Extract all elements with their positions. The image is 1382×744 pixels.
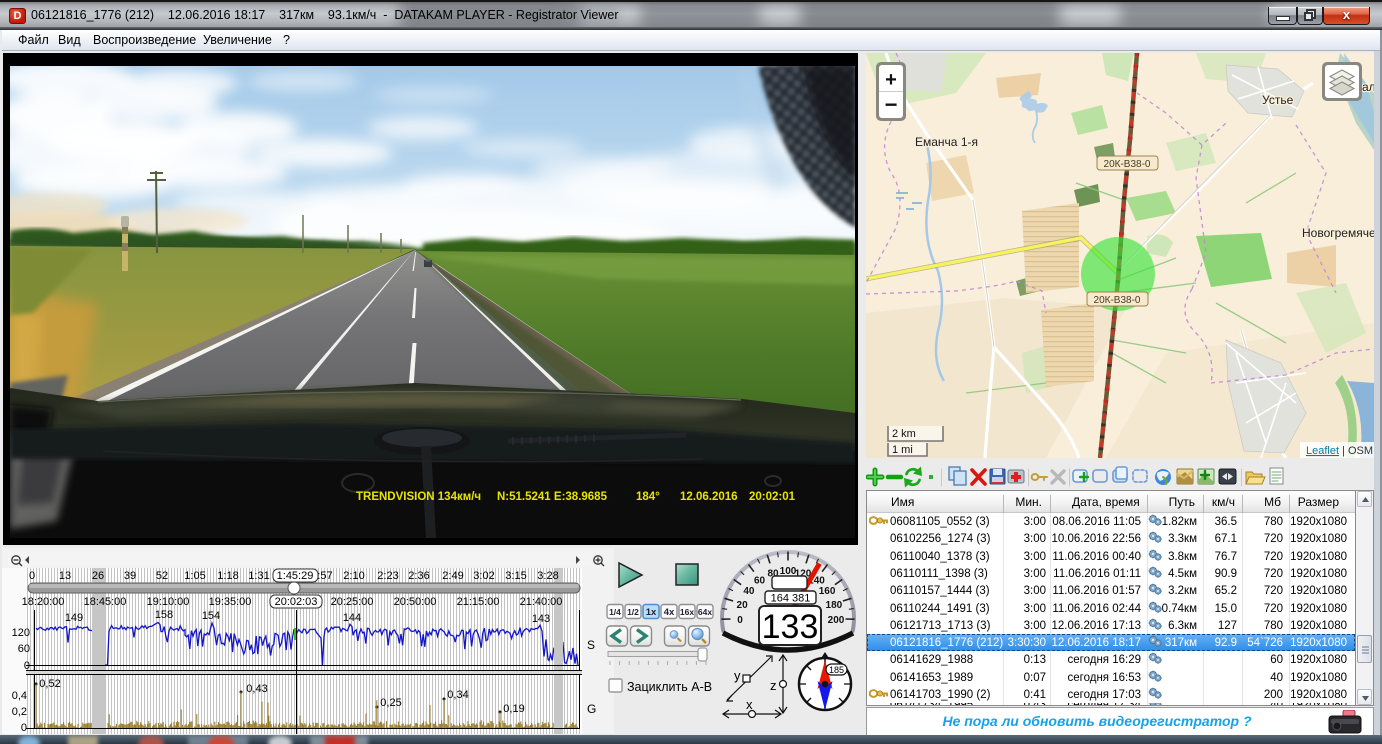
svg-text:TRENDVISION 134км/ч: TRENDVISION 134км/ч bbox=[356, 491, 481, 503]
svg-text:4x: 4x bbox=[664, 607, 675, 618]
svg-text:N:51.5241 E:38.9685: N:51.5241 E:38.9685 bbox=[497, 491, 608, 503]
svg-text:149: 149 bbox=[65, 612, 83, 624]
svg-text:21:40:00: 21:40:00 bbox=[520, 596, 563, 608]
svg-text:0,34: 0,34 bbox=[447, 689, 468, 701]
svg-text:0,43: 0,43 bbox=[246, 683, 267, 695]
svg-text:0: 0 bbox=[737, 615, 743, 626]
svg-text:26: 26 bbox=[92, 570, 104, 582]
svg-text:3:02: 3:02 bbox=[473, 570, 494, 582]
svg-text::57: :57 bbox=[317, 570, 332, 582]
svg-text:200: 200 bbox=[828, 615, 845, 626]
svg-text:0,4: 0,4 bbox=[12, 690, 27, 702]
svg-text:160: 160 bbox=[819, 586, 836, 597]
svg-text:18:20:00: 18:20:00 bbox=[22, 596, 65, 608]
svg-text:0,25: 0,25 bbox=[380, 697, 401, 709]
svg-text:0,19: 0,19 bbox=[503, 703, 524, 715]
svg-text:40: 40 bbox=[743, 586, 755, 597]
svg-text:19:35:00: 19:35:00 bbox=[209, 596, 252, 608]
svg-text:0,52: 0,52 bbox=[39, 678, 60, 690]
svg-text:144: 144 bbox=[343, 612, 361, 624]
svg-text:133: 133 bbox=[762, 608, 819, 646]
svg-text:+: + bbox=[885, 69, 897, 91]
svg-text:20К-В38-0: 20К-В38-0 bbox=[1094, 295, 1141, 306]
svg-text:120: 120 bbox=[12, 627, 30, 639]
svg-text:x: x bbox=[746, 697, 753, 712]
svg-text:2:23: 2:23 bbox=[377, 570, 398, 582]
svg-text:20:02:03: 20:02:03 bbox=[275, 596, 318, 608]
svg-text:2:36: 2:36 bbox=[408, 570, 429, 582]
svg-text:Еманча 1-я: Еманча 1-я bbox=[915, 135, 978, 149]
svg-text:1:18: 1:18 bbox=[217, 570, 238, 582]
svg-text:20:25:00: 20:25:00 bbox=[331, 596, 374, 608]
svg-text:158: 158 bbox=[155, 609, 173, 621]
svg-text:G: G bbox=[587, 702, 596, 716]
svg-text:184°: 184° bbox=[636, 491, 660, 503]
svg-text:ал: ал bbox=[1362, 80, 1374, 94]
svg-text:2 km: 2 km bbox=[892, 428, 916, 440]
svg-text:20:50:00: 20:50:00 bbox=[394, 596, 437, 608]
svg-text:1/4: 1/4 bbox=[609, 607, 621, 617]
svg-text:143: 143 bbox=[532, 613, 550, 625]
svg-text:52: 52 bbox=[156, 570, 168, 582]
svg-text:20: 20 bbox=[737, 600, 749, 611]
svg-text:2:10: 2:10 bbox=[343, 570, 364, 582]
svg-text:164 381: 164 381 bbox=[771, 593, 811, 605]
svg-text:1/2: 1/2 bbox=[627, 607, 639, 617]
svg-text:20:02:01: 20:02:01 bbox=[749, 491, 796, 503]
svg-text:1:31: 1:31 bbox=[248, 570, 269, 582]
svg-text:1 mi: 1 mi bbox=[892, 444, 913, 456]
svg-text:Зациклить A-B: Зациклить A-B bbox=[627, 680, 712, 694]
svg-text:0,2: 0,2 bbox=[12, 706, 27, 718]
svg-text:2:49: 2:49 bbox=[442, 570, 463, 582]
svg-text:1:45:29: 1:45:29 bbox=[277, 570, 314, 582]
svg-text:3:28: 3:28 bbox=[537, 570, 558, 582]
svg-text:Устье: Устье bbox=[1262, 93, 1294, 107]
svg-text:185: 185 bbox=[829, 665, 844, 675]
svg-text:180: 180 bbox=[826, 600, 843, 611]
svg-text:0: 0 bbox=[29, 570, 35, 582]
svg-text:39: 39 bbox=[124, 570, 136, 582]
svg-text:12.06.2016: 12.06.2016 bbox=[680, 491, 738, 503]
svg-text:Leaflet | OSM: Leaflet | OSM bbox=[1306, 445, 1373, 457]
svg-text:z: z bbox=[770, 678, 777, 693]
svg-text:60: 60 bbox=[18, 643, 30, 655]
svg-text:154: 154 bbox=[202, 610, 220, 622]
svg-text:18:45:00: 18:45:00 bbox=[84, 596, 127, 608]
svg-text:20К-В38-0: 20К-В38-0 bbox=[1104, 159, 1151, 170]
svg-text:60: 60 bbox=[754, 575, 766, 586]
svg-text:13: 13 bbox=[59, 570, 71, 582]
svg-text:3:15: 3:15 bbox=[505, 570, 526, 582]
svg-text:64x: 64x bbox=[698, 607, 712, 617]
svg-text:1:05: 1:05 bbox=[184, 570, 205, 582]
svg-text:y: y bbox=[734, 668, 741, 683]
svg-text:21:15:00: 21:15:00 bbox=[457, 596, 500, 608]
svg-text:S: S bbox=[587, 638, 595, 652]
svg-text:1x: 1x bbox=[646, 607, 657, 618]
svg-text:16x: 16x bbox=[680, 607, 694, 617]
svg-text:19:10:00: 19:10:00 bbox=[147, 596, 190, 608]
svg-text:Новогремячен: Новогремячен bbox=[1302, 226, 1374, 240]
svg-text:−: − bbox=[885, 92, 898, 117]
